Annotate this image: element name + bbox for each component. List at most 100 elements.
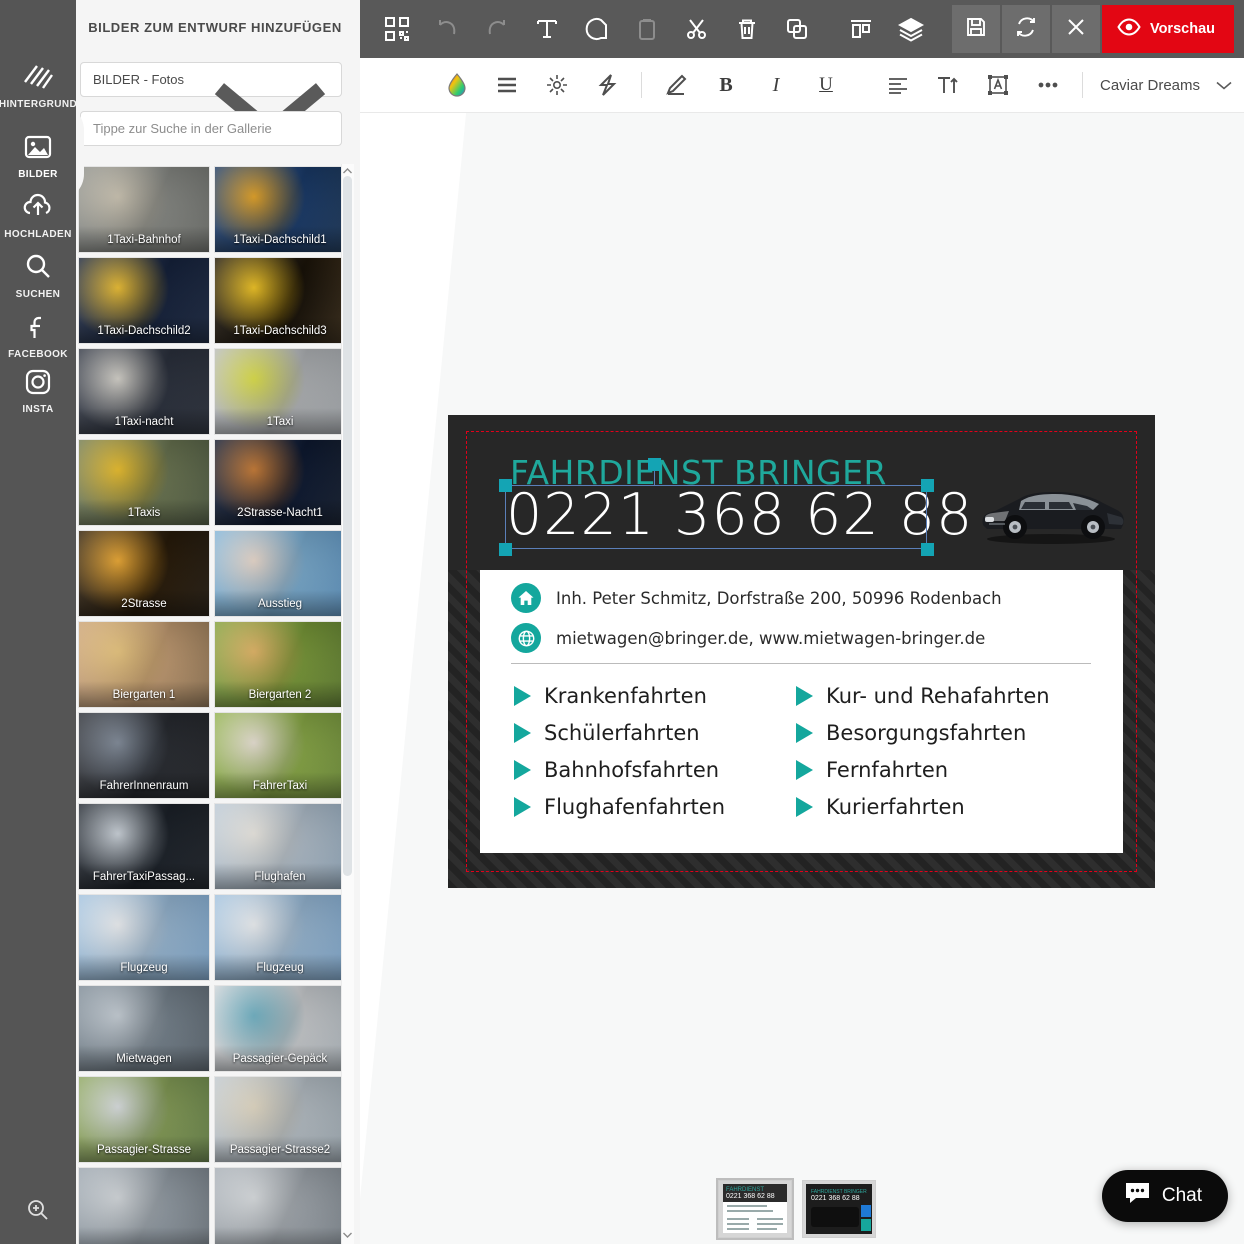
service-label: Krankenfahrten	[544, 683, 707, 708]
image-category-select[interactable]: BILDER - Fotos	[80, 62, 342, 140]
refresh-button[interactable]	[1001, 5, 1050, 53]
selection-handle-bottom-right[interactable]	[921, 543, 934, 556]
service-item-right-0[interactable]: Kur- und Rehafahrten	[796, 677, 1050, 714]
qr-code-icon[interactable]	[372, 5, 422, 53]
gallery-thumbnail[interactable]: 2Strasse	[78, 530, 210, 617]
artboard[interactable]: Beschnittrand FAHRDIENST BRINGER 0221 36…	[448, 415, 1155, 888]
gallery-thumbnail[interactable]: 1Taxi-Dachschild1	[214, 166, 346, 253]
sidebar-item-suchen[interactable]: SUCHEN	[0, 250, 76, 300]
service-item-right-2[interactable]: Fernfahrten	[796, 751, 1050, 788]
thumbnail-label: 2Strasse	[121, 598, 167, 610]
save-button[interactable]	[951, 5, 1000, 53]
sidebar-item-hintergrund[interactable]: HINTERGRUND	[0, 60, 77, 110]
page-thumbnail-back[interactable]: FAHRDIENST BRINGER 0221 368 62 88	[802, 1180, 876, 1238]
service-item-left-2[interactable]: Bahnhofsfahrten	[514, 751, 725, 788]
more-options-icon[interactable]	[1023, 61, 1073, 109]
car-image[interactable]	[975, 477, 1127, 547]
card-address-text[interactable]: Inh. Peter Schmitz, Dorfstraße 200, 5099…	[556, 589, 1002, 608]
scroll-down-icon[interactable]	[341, 1228, 354, 1242]
chat-widget-button[interactable]: Chat	[1101, 1170, 1228, 1222]
selection-handle-bottom-left[interactable]	[499, 543, 512, 556]
gallery-thumbnail[interactable]: 2Strasse-Nacht1	[214, 439, 346, 526]
gallery-thumbnail[interactable]: FahrerTaxi	[214, 712, 346, 799]
service-item-left-0[interactable]: Krankenfahrten	[514, 677, 725, 714]
font-family-select[interactable]: Caviar Dreams	[1100, 77, 1232, 94]
redo-icon[interactable]	[472, 5, 522, 53]
gallery-thumbnail[interactable]: 1Taxi	[214, 348, 346, 435]
gallery-thumbnail[interactable]: Ausstieg	[214, 530, 346, 617]
undo-icon[interactable]	[422, 5, 472, 53]
gallery-thumbnail[interactable]: Mietwagen	[78, 985, 210, 1072]
service-item-left-3[interactable]: Flughafenfahrten	[514, 788, 725, 825]
selection-handle-top-left[interactable]	[499, 479, 512, 492]
card-info-row-address: Inh. Peter Schmitz, Dorfstraße 200, 5099…	[511, 583, 1002, 613]
sidebar-item-bilder[interactable]: BILDER	[0, 130, 76, 180]
gallery-thumbnail[interactable]: 1Taxi-Bahnhof	[78, 166, 210, 253]
align-left-icon[interactable]	[873, 61, 923, 109]
selection-handle-top-right[interactable]	[921, 479, 934, 492]
service-label: Bahnhofsfahrten	[544, 757, 720, 782]
page-thumbnail-front[interactable]: FAHRDIENST 0221 368 62 88	[716, 1178, 794, 1240]
format-toolbar: B I U Caviar Dreams	[360, 58, 1244, 113]
thumbnail-label: FahrerTaxiPassag...	[92, 871, 196, 883]
gallery-thumbnail[interactable]: FahrerTaxiPassag...	[78, 803, 210, 890]
gallery-thumbnail[interactable]	[214, 1167, 346, 1244]
search-icon	[21, 250, 55, 284]
shape-icon[interactable]	[572, 5, 622, 53]
gallery-thumbnail[interactable]: Passagier-Strasse	[78, 1076, 210, 1163]
images-panel: BILDER ZUM ENTWURF HINZUFÜGEN BILDER - F…	[62, 0, 360, 1244]
trash-icon[interactable]	[722, 5, 772, 53]
gallery-thumbnail[interactable]: Flugzeug	[78, 894, 210, 981]
italic-icon[interactable]: I	[751, 61, 801, 109]
design-canvas[interactable]: Beschnittrand FAHRDIENST BRINGER 0221 36…	[360, 113, 1244, 1244]
gallery-thumbnail[interactable]: 1Taxis	[78, 439, 210, 526]
selection-handle-top[interactable]	[648, 458, 661, 471]
gallery-thumbnail[interactable]: Passagier-Gepäck	[214, 985, 346, 1072]
thumbnail-label: 1Taxi-nacht	[114, 416, 174, 428]
gallery-thumbnail[interactable]: FahrerInnenraum	[78, 712, 210, 799]
font-size-icon[interactable]	[923, 61, 973, 109]
underline-icon[interactable]: U	[801, 61, 851, 109]
font-family-value: Caviar Dreams	[1100, 76, 1201, 94]
gallery-thumbnail[interactable]	[78, 1167, 210, 1244]
pen-icon[interactable]	[651, 61, 701, 109]
service-label: Besorgungsfahrten	[826, 720, 1027, 745]
service-item-right-1[interactable]: Besorgungsfahrten	[796, 714, 1050, 751]
service-item-right-3[interactable]: Kurierfahrten	[796, 788, 1050, 825]
text-box-icon[interactable]	[973, 61, 1023, 109]
layers-icon[interactable]	[886, 5, 936, 53]
gallery-thumbnail[interactable]: Biergarten 1	[78, 621, 210, 708]
thumbnail-label: Flughafen	[254, 871, 306, 883]
align-icon[interactable]	[836, 5, 886, 53]
service-item-left-1[interactable]: Schülerfahrten	[514, 714, 725, 751]
color-drop-icon[interactable]	[432, 61, 482, 109]
gallery-thumbnail[interactable]: 1Taxi-Dachschild2	[78, 257, 210, 344]
bold-icon[interactable]: B	[701, 61, 751, 109]
sidebar-item-insta[interactable]: INSTA	[0, 365, 76, 415]
gallery-thumbnail[interactable]: Flughafen	[214, 803, 346, 890]
text-icon[interactable]	[522, 5, 572, 53]
sidebar-item-label: FACEBOOK	[8, 349, 68, 360]
gallery-scrollbar-thumb[interactable]	[343, 176, 352, 876]
close-button[interactable]	[1051, 5, 1100, 53]
thumbnail-label: Passagier-Strasse2	[229, 1144, 331, 1156]
card-web-text[interactable]: mietwagen@bringer.de, www.mietwagen-brin…	[556, 629, 985, 648]
brightness-icon[interactable]	[532, 61, 582, 109]
sidebar-item-facebook[interactable]: FACEBOOK	[0, 310, 76, 360]
clipboard-icon[interactable]	[622, 5, 672, 53]
gallery-thumbnail[interactable]: 1Taxi-nacht	[78, 348, 210, 435]
gallery-thumbnail[interactable]: Passagier-Strasse2	[214, 1076, 346, 1163]
scroll-up-icon[interactable]	[341, 164, 354, 178]
gallery-thumbnail[interactable]: 1Taxi-Dachschild3	[214, 257, 346, 344]
zoom-in-button[interactable]	[0, 1197, 76, 1228]
gallery-thumbnail[interactable]: Biergarten 2	[214, 621, 346, 708]
preview-button[interactable]: Vorschau	[1101, 5, 1234, 53]
copy-icon[interactable]	[772, 5, 822, 53]
gallery-search-input[interactable]	[80, 111, 342, 146]
toolbar-divider-2	[1082, 72, 1083, 98]
gallery-thumbnail[interactable]: Flugzeug	[214, 894, 346, 981]
effect-icon[interactable]	[582, 61, 632, 109]
line-height-icon[interactable]	[482, 61, 532, 109]
sidebar-item-hochladen[interactable]: HOCHLADEN	[0, 190, 76, 240]
scissors-icon[interactable]	[672, 5, 722, 53]
